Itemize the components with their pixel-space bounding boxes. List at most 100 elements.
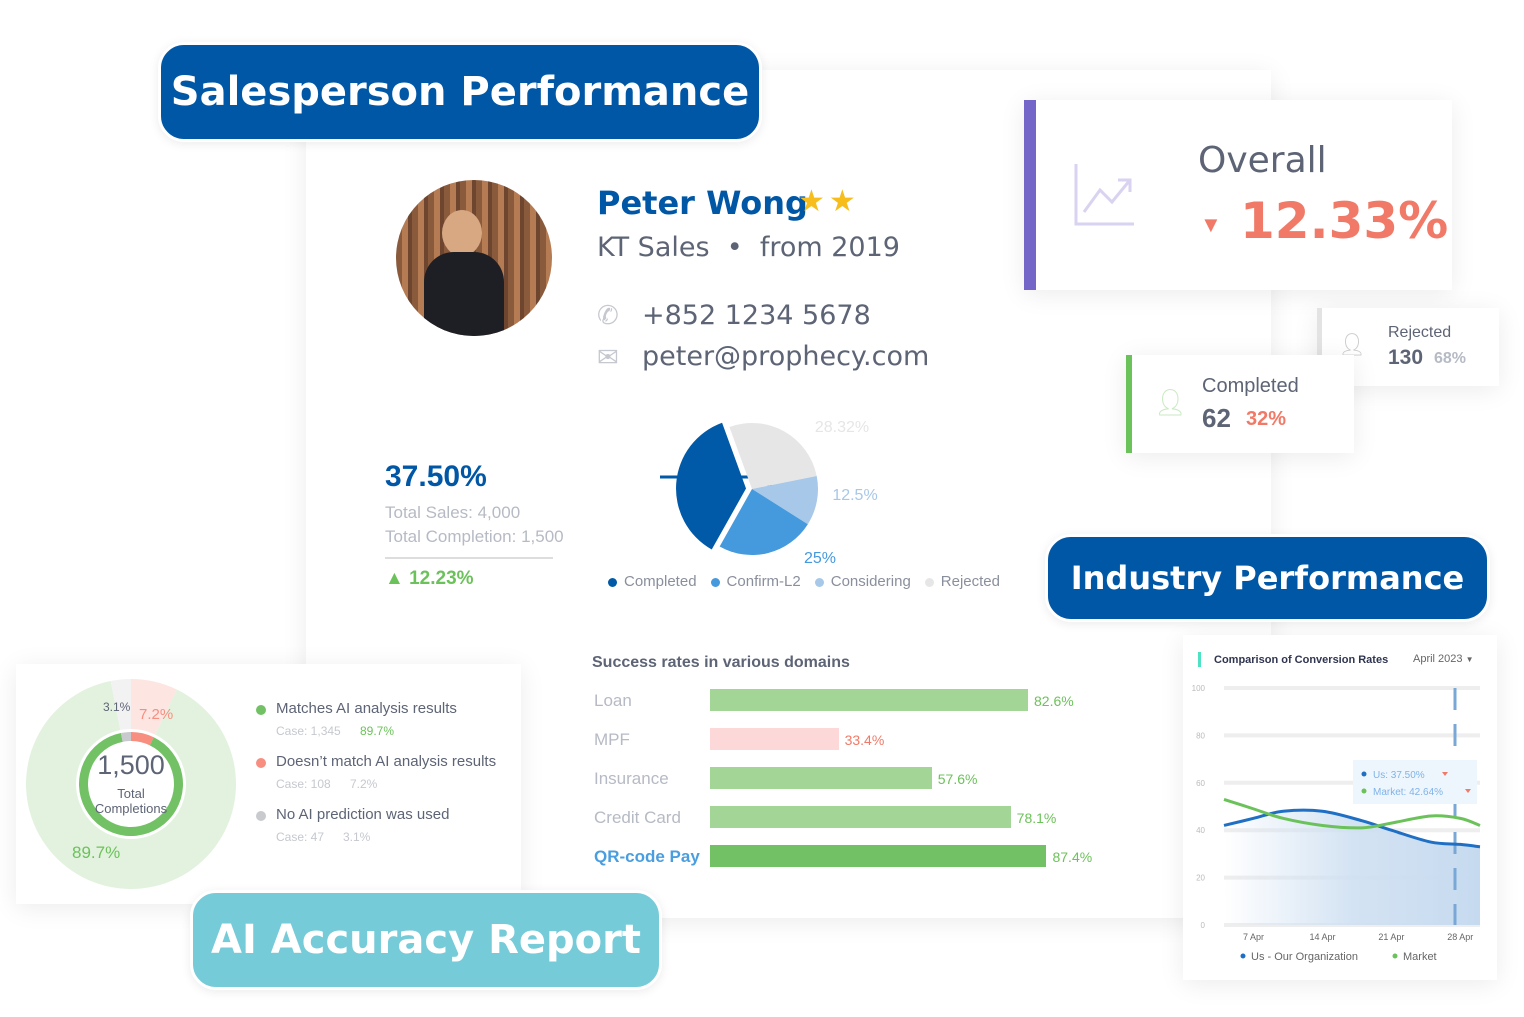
completed-count: 62: [1202, 403, 1231, 433]
domain-label: Loan: [594, 691, 632, 710]
inner-ring-segment[interactable]: [120, 732, 131, 742]
company: KT Sales: [597, 232, 710, 263]
overall-card: Overall ▼ 12.33%: [1024, 100, 1452, 290]
domain-label: QR-code Pay: [594, 847, 700, 866]
accuracy-item-label: Doesn’t match AI analysis results: [276, 753, 497, 770]
x-tick: 21 Apr: [1378, 932, 1404, 942]
domain-bar[interactable]: [710, 767, 932, 789]
y-tick: 60: [1196, 779, 1205, 788]
legend-dot: [256, 705, 266, 715]
star-rating: ★★: [798, 185, 860, 218]
legend-label: Confirm-L2: [726, 573, 801, 590]
status-pie-chart: 28.32% 12.5% 25%: [660, 419, 878, 567]
tooltip-market: Market: 42.64%: [1373, 787, 1443, 798]
y-tick: 40: [1196, 826, 1205, 835]
domain-value: 82.6%: [1034, 693, 1074, 709]
trend-chart-icon: [1074, 164, 1134, 226]
tooltip-us: Us: 37.50%: [1373, 770, 1425, 781]
outer-match-pct: 89.7%: [72, 843, 121, 862]
accuracy-item-pct: 3.1%: [343, 830, 371, 844]
legend-dot: [608, 577, 617, 587]
mail-icon: ✉: [597, 342, 619, 372]
change-up: ▲ 12.23%: [385, 568, 474, 589]
change-value: 12.23%: [409, 568, 474, 589]
industry-performance-label: Industry Performance: [1045, 534, 1490, 622]
accuracy-item-label: No AI prediction was used: [276, 806, 450, 823]
legend-label[interactable]: Us - Our Organization: [1251, 951, 1358, 963]
legend-considering[interactable]: Considering: [814, 573, 911, 590]
domain-bar[interactable]: [710, 728, 839, 750]
completed-pct: 32%: [1246, 408, 1287, 430]
legend-label: Rejected: [940, 573, 1000, 590]
x-tick: 14 Apr: [1309, 932, 1335, 942]
legend-dot: [814, 577, 824, 587]
overall-label: Overall: [1198, 140, 1327, 181]
accuracy-item-pct: 7.2%: [350, 777, 378, 791]
rejected-label: Rejected: [1388, 324, 1452, 341]
legend-confirm-l2[interactable]: Confirm-L2: [710, 573, 801, 590]
completed-card: 👤︎ Completed 62 32%: [1126, 355, 1354, 453]
legend-dot: [924, 577, 934, 587]
legend-label[interactable]: Market: [1403, 951, 1437, 963]
accuracy-item-label: Matches AI analysis results: [276, 700, 457, 717]
domain-bar[interactable]: [710, 845, 1047, 867]
accuracy-item-case: Case: 47: [276, 830, 325, 844]
user-check-icon: 👤︎: [1154, 387, 1188, 417]
ai-accuracy-report-label: AI Accuracy Report: [190, 890, 662, 990]
ai-accuracy-donut: [26, 679, 236, 889]
x-tick: 28 Apr: [1447, 932, 1473, 942]
pie-label: 25%: [804, 550, 836, 567]
y-tick: 80: [1196, 731, 1205, 740]
inner-ring-segment[interactable]: [78, 732, 183, 836]
y-tick: 20: [1196, 874, 1205, 883]
profile-name: Peter Wong: [597, 184, 808, 222]
overall-value: 12.33%: [1240, 192, 1449, 250]
total-line1: Total: [117, 786, 145, 801]
domain-value: 57.6%: [937, 771, 978, 787]
domain-value: 87.4%: [1052, 849, 1093, 865]
outer-none-pct: 3.1%: [103, 700, 131, 714]
donut-total: 1,500: [97, 750, 165, 780]
domain-bar[interactable]: [710, 689, 1028, 711]
tooltip-dot: [1361, 771, 1367, 777]
period-value: April 2023: [1413, 653, 1463, 665]
since: from 2019: [759, 232, 900, 263]
legend-rejected[interactable]: Rejected: [924, 573, 1000, 590]
accuracy-item-case: Case: 1,345: [276, 724, 341, 738]
legend-dot: [256, 758, 266, 768]
domain-label: MPF: [594, 730, 630, 749]
completion-rate: 37.50%: [385, 460, 487, 493]
domain-bar[interactable]: [710, 806, 1011, 828]
accuracy-item-pct: 89.7%: [360, 724, 395, 738]
legend-dot: [1240, 953, 1246, 959]
domain-label: Credit Card: [594, 808, 681, 827]
avatar: [396, 180, 552, 336]
rejected-pct: 68%: [1434, 350, 1467, 367]
donut-total-label: Total Completions: [80, 786, 182, 816]
email[interactable]: peter@prophecy.com: [642, 341, 929, 372]
completed-label: Completed: [1202, 375, 1299, 397]
pie-legend: Completed Confirm-L2 Considering Rejected: [608, 573, 1014, 591]
legend-dot: [256, 811, 266, 821]
legend-completed[interactable]: Completed: [608, 573, 697, 590]
total-line2: Completions: [94, 801, 168, 816]
domains-title: Success rates in various domains: [592, 654, 850, 671]
conversion-line-chart: 0 20 40 60 80 100 7 Apr 14 Apr 21 Apr 28 Apr Us: 3…: [1192, 684, 1481, 963]
domain-label: Insurance: [594, 769, 669, 788]
legend-label: Completed: [624, 573, 697, 590]
salesperson-performance-label: Salesperson Performance: [158, 42, 762, 142]
legend-dot: [710, 577, 720, 587]
domain-value: 33.4%: [844, 732, 885, 748]
tooltip-dot: [1361, 788, 1367, 794]
period-dropdown[interactable]: April 2023 ▼: [1413, 653, 1474, 665]
inner-ring-segment[interactable]: [131, 732, 154, 746]
rejected-count: 130: [1388, 346, 1424, 369]
y-tick: 100: [1192, 684, 1206, 693]
outer-nomatch-pct: 7.2%: [139, 706, 174, 723]
legend-label: Considering: [830, 573, 911, 590]
pie-label: 28.32%: [815, 419, 869, 436]
phone[interactable]: +852 1234 5678: [642, 300, 871, 331]
title-accent: [1198, 652, 1201, 667]
phone-icon: ✆: [597, 300, 619, 330]
accuracy-item-case: Case: 108: [276, 777, 331, 791]
